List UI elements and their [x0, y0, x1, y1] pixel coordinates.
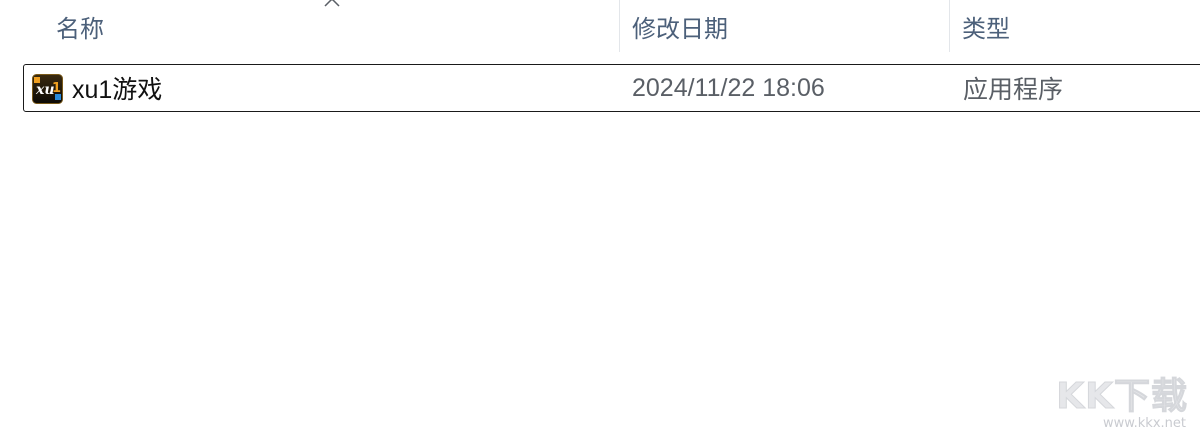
watermark-url: www.kkx.net [1102, 416, 1186, 431]
column-header-name[interactable]: 名称 [0, 0, 620, 52]
column-header: 名称 修改日期 类型 [0, 0, 1200, 52]
xu1-app-icon: xu 1 [32, 74, 63, 104]
column-header-type-label: 类型 [962, 15, 1010, 43]
column-header-name-label: 名称 [56, 15, 104, 43]
column-header-date-label: 修改日期 [632, 15, 728, 43]
watermark-logo: KK下载 [1056, 376, 1188, 418]
file-explorer: 名称 修改日期 类型 xu 1 xu1游戏 2024/11/22 18:06 应… [0, 0, 1200, 433]
column-header-type[interactable]: 类型 [950, 0, 1200, 52]
file-name: xu1游戏 [72, 76, 163, 104]
file-type: 应用程序 [963, 76, 1064, 104]
chevron-up-icon [324, 0, 340, 7]
file-date-modified: 2024/11/22 18:06 [632, 73, 825, 102]
watermark: KK下载 www.kkx.net [1056, 367, 1194, 432]
column-header-date-modified[interactable]: 修改日期 [620, 0, 950, 52]
file-row-selected[interactable]: xu 1 xu1游戏 2024/11/22 18:06 应用程序 [23, 64, 1200, 112]
svg-text:1: 1 [52, 81, 61, 96]
